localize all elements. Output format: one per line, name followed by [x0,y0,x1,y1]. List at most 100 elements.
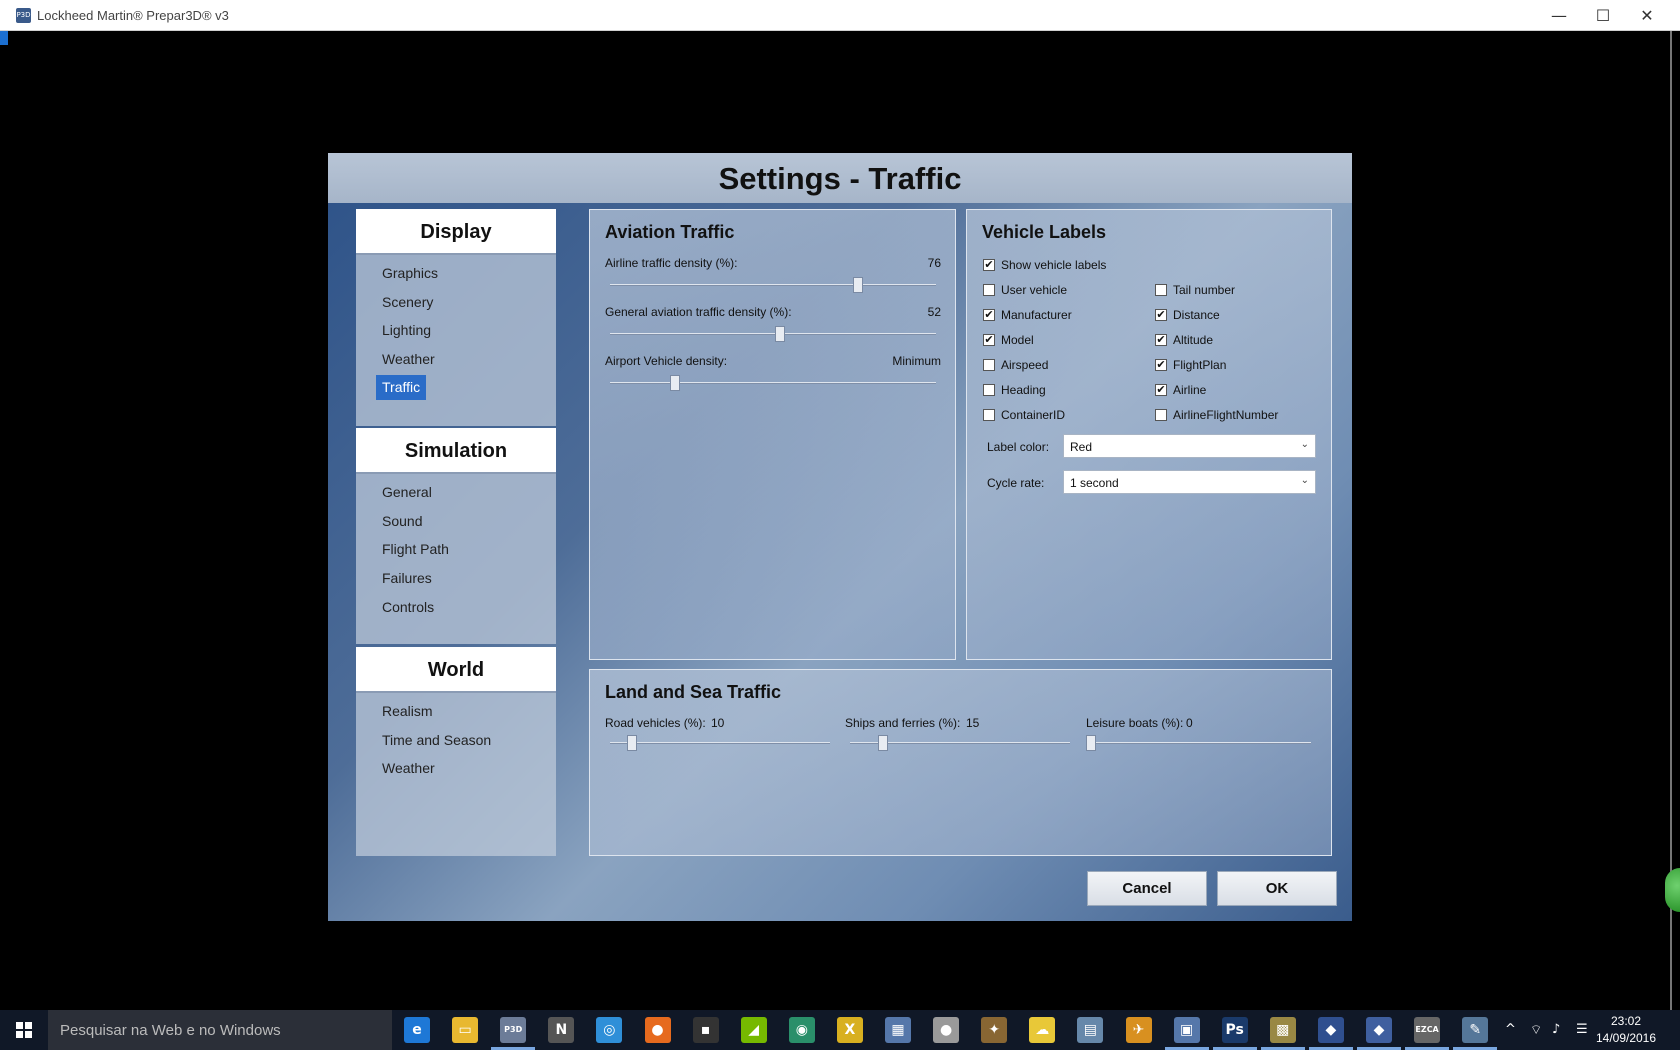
nav-item-weather[interactable]: Weather [376,347,441,372]
game-app-icon[interactable]: ▪ [692,1017,719,1043]
checkbox-box[interactable] [983,284,995,296]
config-app-icon[interactable]: ▤ [1077,1017,1104,1043]
slider-track [1091,742,1311,744]
checkbox-box[interactable] [1155,409,1167,421]
ships-ferries-slider[interactable] [850,735,1070,751]
close-button[interactable]: ✕ [1624,0,1670,31]
checkbox-box[interactable] [983,384,995,396]
slider-thumb[interactable] [627,735,637,751]
airline-density-label: Airline traffic density (%): [605,256,738,270]
prepar3d-icon[interactable]: P3D [500,1017,527,1043]
label-color-dropdown[interactable]: Red ⌄ [1063,434,1316,458]
pilot-app-icon[interactable]: ◆ [1317,1017,1344,1043]
airport-vehicle-density-value: Minimum [892,354,941,368]
checkbox-box[interactable]: ✔ [1155,334,1167,346]
edge-icon[interactable]: e [404,1017,430,1043]
leisure-boats-value: 0 [1186,716,1193,730]
clock-time: 23:02 [1610,1014,1642,1028]
checkbox-box[interactable] [983,409,995,421]
checkbox-box[interactable]: ✔ [983,334,995,346]
nav-item-sound[interactable]: Sound [376,509,428,534]
land-sea-traffic-panel: Land and Sea Traffic Road vehicles (%): … [589,669,1332,856]
checkbox-box[interactable]: ✔ [983,309,995,321]
airport-vehicle-density-slider[interactable] [610,375,936,391]
map-app-icon[interactable]: ▩ [1269,1017,1296,1043]
road-vehicles-slider[interactable] [610,735,830,751]
checkbox-box[interactable]: ✔ [1155,309,1167,321]
globe-download-icon[interactable]: ◎ [596,1017,623,1043]
notifications-icon[interactable]: ☰ [1576,1022,1588,1037]
nav-item-flight-path[interactable]: Flight Path [376,537,455,562]
checkbox-box[interactable]: ✔ [1155,359,1167,371]
taskbar-clock[interactable]: 23:02 14/09/2016 [1590,1013,1662,1047]
settings-dialog: Settings - Traffic Display Graphics Scen… [328,153,1352,921]
aviation-traffic-panel: Aviation Traffic Airline traffic density… [589,209,956,660]
nav-item-failures[interactable]: Failures [376,566,438,591]
photoshop-icon[interactable]: Ps [1221,1017,1248,1043]
window-titlebar: P3D Lockheed Martin® Prepar3D® v3 — ☐ ✕ [0,0,1680,31]
nav-heading-display: Display [356,209,556,255]
nav-item-lighting[interactable]: Lighting [376,318,437,343]
taskbar-search[interactable]: Pesquisar na Web e no Windows [48,1010,392,1050]
nav-item-time-and-season[interactable]: Time and Season [376,728,497,753]
network-icon[interactable]: ⌔ [1530,1022,1542,1038]
slider-thumb[interactable] [878,735,888,751]
minimize-button[interactable]: — [1536,0,1582,31]
checkbox-label: Heading [1001,383,1046,397]
nav-item-graphics[interactable]: Graphics [376,261,444,286]
cancel-button[interactable]: Cancel [1087,871,1207,906]
general-aviation-density-slider[interactable] [610,326,936,342]
firefox-icon[interactable]: ● [644,1017,671,1043]
earth-app-icon[interactable]: ◉ [788,1017,815,1043]
slider-track [610,742,830,744]
plane-app-icon[interactable]: ✈ [1125,1017,1152,1043]
slider-thumb[interactable] [1086,735,1096,751]
tray-chevron-icon[interactable]: ^ [1505,1022,1516,1037]
nav-item-controls[interactable]: Controls [376,595,440,620]
checkbox-box[interactable]: ✔ [983,259,995,271]
leisure-boats-slider[interactable] [1086,735,1311,751]
cycle-rate-dropdown[interactable]: 1 second ⌄ [1063,470,1316,494]
volume-icon[interactable]: ♪ [1552,1022,1560,1037]
road-vehicles-value: 10 [711,716,725,730]
checkbox-box[interactable] [983,359,995,371]
file-explorer-icon[interactable]: ▭ [452,1017,479,1043]
airport-vehicle-density-label: Airport Vehicle density: [605,354,728,368]
ok-button[interactable]: OK [1217,871,1337,906]
checkbox-label: ContainerID [1001,408,1066,422]
taskbar: Pesquisar na Web e no Windows e ▭ P3D N ◎ ● ▪ ◢… [0,1010,1680,1050]
nav-item-realism[interactable]: Realism [376,699,439,724]
road-vehicles-label: Road vehicles (%): [605,716,706,730]
chevron-down-icon: ⌄ [1300,475,1309,486]
nav-item-scenery[interactable]: Scenery [376,290,439,315]
paint-app-icon[interactable]: ✎ [1462,1017,1489,1043]
window-right-edge [1670,31,1672,1011]
x-plane-icon[interactable]: X [836,1017,863,1043]
pilot2-app-icon[interactable]: ◆ [1366,1017,1392,1043]
checkbox-box[interactable]: ✔ [1155,384,1167,396]
nav-item-world-weather[interactable]: Weather [376,756,441,781]
network-app-icon[interactable]: ▦ [885,1017,911,1043]
search-placeholder: Pesquisar na Web e no Windows [60,1022,281,1039]
maximize-button[interactable]: ☐ [1580,0,1626,31]
slider-thumb[interactable] [670,375,681,391]
green-orb-icon [1665,868,1680,912]
windows-logo-icon [16,1022,23,1029]
n-app-icon[interactable]: N [548,1017,575,1043]
nav-section-world: World Realism Time and Season Weather [356,647,556,856]
start-button[interactable] [0,1010,48,1050]
nav-item-traffic[interactable]: Traffic [376,375,427,400]
slider-thumb[interactable] [774,326,785,342]
compass-app-icon[interactable]: ✦ [981,1017,1008,1043]
slider-thumb[interactable] [852,277,863,293]
windows-logo-icon [25,1031,32,1038]
airline-density-slider[interactable] [610,277,936,293]
cycle-rate-value: 1 second [1070,476,1119,490]
weather-app-icon[interactable]: ☁ [1029,1017,1056,1043]
ezca-icon[interactable]: EZCA [1414,1017,1441,1043]
nvidia-icon[interactable]: ◢ [740,1017,767,1043]
monitor-app-icon[interactable]: ▣ [1173,1017,1200,1043]
checkbox-box[interactable] [1155,284,1167,296]
nav-item-general[interactable]: General [376,480,438,505]
moon-app-icon[interactable]: ● [933,1017,960,1043]
